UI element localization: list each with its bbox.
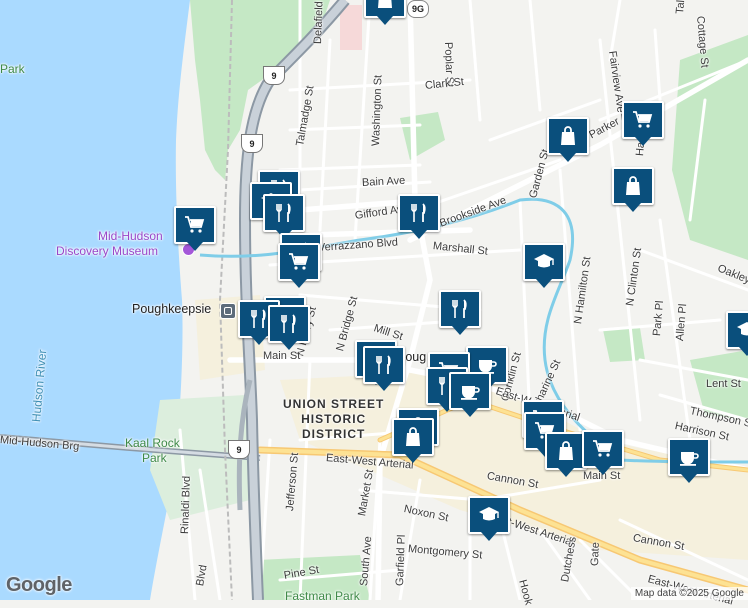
hudson-river [0, 0, 190, 600]
school-marker[interactable] [468, 496, 510, 541]
school-marker[interactable] [523, 243, 565, 288]
google-logo: Google [6, 574, 72, 596]
park-label: Park [142, 451, 167, 465]
cafe-marker[interactable] [668, 438, 710, 483]
restaurant-icon [371, 353, 397, 377]
school-icon [476, 503, 502, 527]
shopping-bag-marker[interactable] [545, 432, 587, 477]
restaurant-icon [271, 201, 297, 225]
shopping-bag-icon [372, 0, 398, 11]
shopping-bag-marker[interactable] [364, 0, 406, 25]
street-label: Main St [263, 350, 301, 362]
museum-label[interactable]: Discovery Museum [56, 244, 158, 258]
shopping-bag-marker[interactable] [392, 418, 434, 463]
shopping-bag-icon [400, 425, 426, 449]
route-9g-shield: 9G [407, 0, 429, 18]
shopping-cart-marker[interactable] [622, 101, 664, 146]
shopping-bag-icon [555, 124, 581, 148]
route-9-shield: 9 [241, 134, 263, 153]
school-icon [531, 250, 557, 274]
shopping-cart-icon [630, 108, 656, 132]
district-line: UNION STREET [283, 397, 385, 411]
street-label: Rinaldi Blvd [179, 475, 194, 535]
cafe-icon [676, 445, 702, 469]
route-9-shield: 9 [228, 440, 250, 459]
shopping-cart-marker[interactable] [174, 206, 216, 251]
shopping-bag-icon [620, 174, 646, 198]
shopping-cart-icon [182, 213, 208, 237]
restaurant-icon [276, 312, 302, 336]
street-label: Washington St [370, 74, 385, 147]
district-line: HISTORIC [301, 412, 367, 426]
cafe-icon [457, 379, 483, 403]
restaurant-marker[interactable] [398, 194, 440, 239]
restaurant-icon [447, 297, 473, 321]
park-label: Fastman Park [285, 589, 360, 603]
park-label: Kaal Rock [125, 436, 180, 450]
historic-district-label: UNION STREET HISTORIC DISTRICT [283, 397, 384, 442]
museum-label[interactable]: Mid-Hudson [98, 229, 163, 243]
restaurant-marker[interactable] [268, 305, 310, 350]
street-label: Delafield St [312, 0, 326, 45]
map-attribution[interactable]: Map data ©2025 Google [630, 587, 748, 600]
restaurant-marker[interactable] [263, 194, 305, 239]
train-station-icon[interactable] [220, 303, 236, 319]
city-label: Poughkeepsie [132, 302, 212, 316]
street-label: Gate [589, 541, 602, 567]
school-marker[interactable] [726, 311, 748, 356]
district-line: DISTRICT [302, 427, 366, 441]
shopping-bag-marker[interactable] [612, 167, 654, 212]
restaurant-marker[interactable] [363, 346, 405, 391]
shopping-cart-icon [286, 250, 312, 274]
shopping-bag-marker[interactable] [547, 117, 589, 162]
park-label: Park [0, 62, 25, 76]
shopping-cart-marker[interactable] [582, 430, 624, 475]
route-9-shield: 9 [263, 66, 285, 85]
restaurant-marker[interactable] [439, 290, 481, 335]
cafe-marker[interactable] [449, 372, 491, 417]
street-label: Lent St [706, 378, 741, 390]
shopping-cart-icon [590, 437, 616, 461]
street-label: Garfield Pl [394, 534, 408, 587]
restaurant-icon [406, 201, 432, 225]
shopping-cart-marker[interactable] [278, 243, 320, 288]
street-label: Bain Ave [361, 174, 406, 189]
park-triangle [603, 328, 645, 362]
park-hospital [340, 5, 362, 50]
shopping-bag-icon [553, 439, 579, 463]
school-icon [734, 318, 748, 342]
